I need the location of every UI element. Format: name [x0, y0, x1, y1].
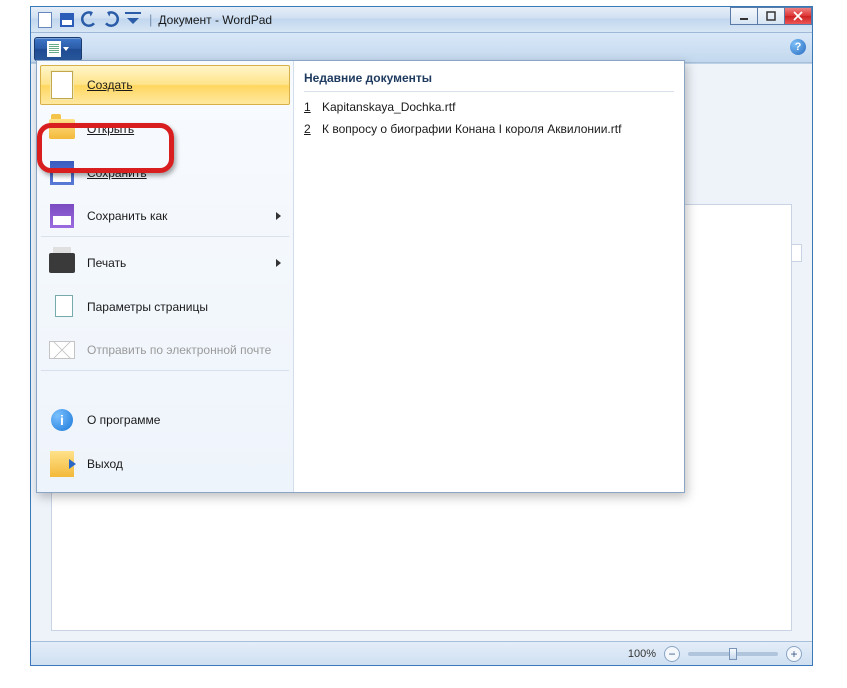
save-as-icon	[47, 201, 77, 231]
save-disk-icon	[47, 158, 77, 188]
recent-doc-name: К вопросу о биографии Конана I короля Ак…	[322, 122, 621, 136]
zoom-label: 100%	[628, 648, 656, 660]
menu-item-exit-label: Выход	[87, 457, 123, 471]
file-menu-left-panel: Создать Открыть Сохранить Сохранить как …	[37, 61, 294, 492]
caption-buttons	[731, 7, 812, 25]
submenu-arrow-icon	[276, 259, 281, 267]
quick-access-toolbar	[31, 10, 143, 30]
chevron-down-icon	[63, 47, 69, 51]
menu-item-print[interactable]: Печать	[40, 243, 290, 283]
info-icon: i	[47, 405, 77, 435]
menu-item-open-label: Открыть	[87, 122, 134, 136]
menu-item-new[interactable]: Создать	[40, 65, 290, 105]
envelope-icon	[47, 335, 77, 365]
file-menu-button[interactable]	[34, 37, 82, 61]
menu-item-save-as-label: Сохранить как	[87, 209, 167, 223]
window-title: Документ - WordPad	[158, 13, 272, 27]
recent-document-item[interactable]: 2 К вопросу о биографии Конана I короля …	[304, 118, 674, 140]
recent-doc-number: 1	[304, 100, 314, 114]
menu-item-save[interactable]: Сохранить	[40, 153, 290, 193]
exit-icon	[47, 449, 77, 479]
zoom-in-button[interactable]: +	[786, 646, 802, 662]
new-document-icon	[47, 70, 77, 100]
menu-item-new-label: Создать	[87, 78, 133, 92]
page-setup-icon	[47, 292, 77, 322]
recent-document-item[interactable]: 1 Kapitanskaya_Dochka.rtf	[304, 96, 674, 118]
qat-customize-button[interactable]	[123, 10, 143, 30]
menu-item-about[interactable]: i О программе	[40, 400, 290, 440]
qat-redo-button[interactable]	[101, 10, 121, 30]
menu-item-save-label: Сохранить	[87, 166, 147, 180]
printer-icon	[47, 248, 77, 278]
titlebar: | Документ - WordPad	[31, 7, 812, 33]
statusbar: 100% − +	[31, 641, 812, 665]
ribbon: ?	[31, 33, 812, 63]
zoom-out-button[interactable]: −	[664, 646, 680, 662]
help-button[interactable]: ?	[790, 39, 806, 55]
menu-item-save-as[interactable]: Сохранить как	[40, 197, 290, 237]
zoom-slider-thumb[interactable]	[729, 648, 737, 660]
maximize-button[interactable]	[757, 7, 785, 25]
close-button[interactable]	[784, 7, 812, 25]
menu-item-print-label: Печать	[87, 256, 126, 270]
minimize-button[interactable]	[730, 7, 758, 25]
open-folder-icon	[47, 114, 77, 144]
recent-documents-panel: Недавние документы 1 Kapitanskaya_Dochka…	[294, 61, 684, 492]
menu-item-send-email-label: Отправить по электронной почте	[87, 343, 271, 357]
file-menu-icon	[47, 41, 61, 57]
menu-item-send-email: Отправить по электронной почте	[40, 331, 290, 371]
qat-undo-button[interactable]	[79, 10, 99, 30]
submenu-arrow-icon	[276, 212, 281, 220]
menu-item-page-setup[interactable]: Параметры страницы	[40, 287, 290, 327]
menu-item-page-setup-label: Параметры страницы	[87, 300, 208, 314]
titlebar-separator: |	[149, 12, 152, 27]
menu-item-exit[interactable]: Выход	[40, 444, 290, 484]
menu-item-about-label: О программе	[87, 413, 160, 427]
recent-documents-header: Недавние документы	[304, 67, 674, 92]
zoom-slider[interactable]	[688, 652, 778, 656]
menu-item-open[interactable]: Открыть	[40, 109, 290, 149]
qat-save-button[interactable]	[57, 10, 77, 30]
app-icon	[35, 10, 55, 30]
recent-doc-name: Kapitanskaya_Dochka.rtf	[322, 100, 455, 114]
recent-doc-number: 2	[304, 122, 314, 136]
file-menu-dropdown: Создать Открыть Сохранить Сохранить как …	[36, 60, 685, 493]
